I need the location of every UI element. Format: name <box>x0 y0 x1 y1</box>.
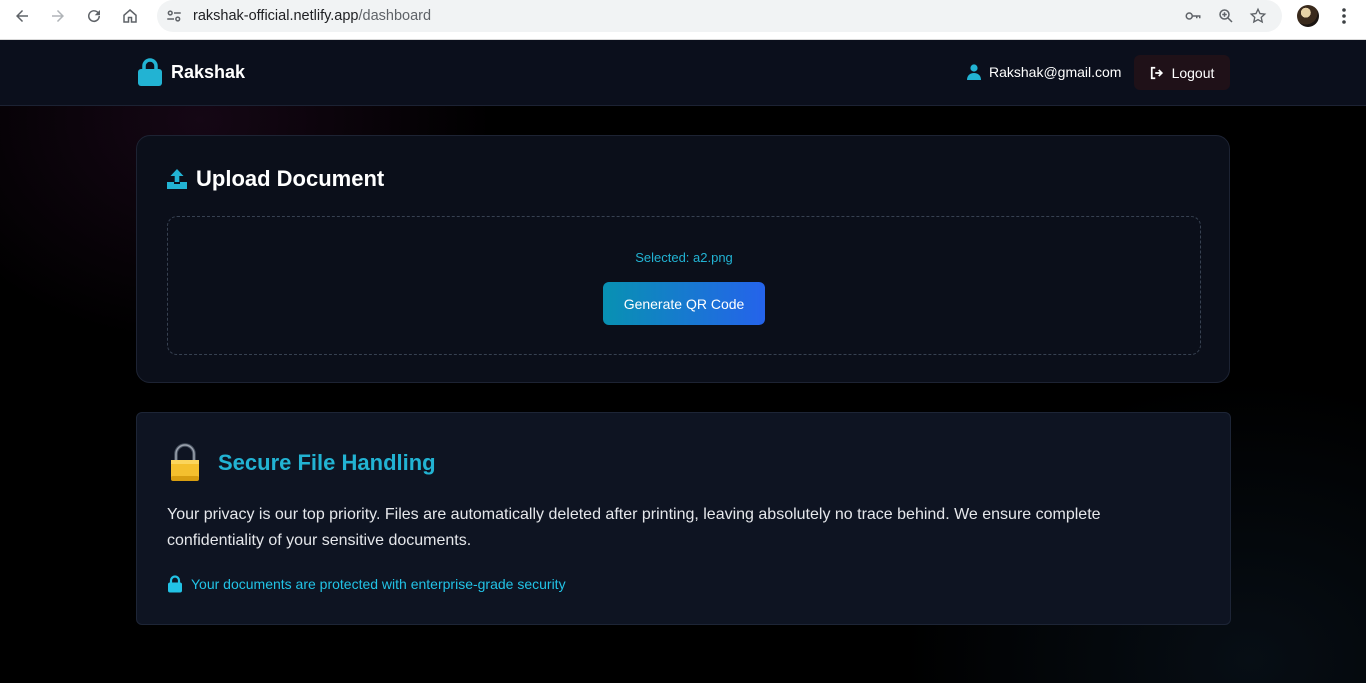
app-header: Rakshak Rakshak@gmail.com Logout <box>0 40 1366 106</box>
security-note-text: Your documents are protected with enterp… <box>191 576 566 592</box>
dashboard-page: Rakshak Rakshak@gmail.com Logout Upload … <box>0 40 1366 683</box>
file-dropzone[interactable]: Selected: a2.png Generate QR Code <box>167 216 1201 355</box>
home-icon[interactable] <box>118 4 142 28</box>
lock-icon <box>168 575 182 593</box>
user-email: Rakshak@gmail.com <box>989 64 1122 80</box>
sign-out-icon <box>1150 66 1163 79</box>
brand[interactable]: Rakshak <box>137 57 245 87</box>
secure-heading: Secure File Handling <box>167 443 436 483</box>
zoom-icon[interactable] <box>1217 7 1235 25</box>
kebab-menu-icon[interactable] <box>1336 6 1352 26</box>
secure-handling-card: Secure File Handling Your privacy is our… <box>136 412 1231 625</box>
upload-icon <box>167 169 187 189</box>
browser-toolbar: rakshak-official.netlify.app/dashboard <box>0 0 1366 40</box>
secure-description: Your privacy is our top priority. Files … <box>167 506 1101 549</box>
padlock-icon <box>171 443 199 481</box>
upload-title: Upload Document <box>196 166 385 191</box>
user-icon <box>967 64 981 80</box>
url-text[interactable]: rakshak-official.netlify.app/dashboard <box>193 8 431 24</box>
back-arrow-icon[interactable] <box>10 4 34 28</box>
logout-label: Logout <box>1171 64 1215 81</box>
url-path: /dashboard <box>358 8 432 24</box>
secure-title: Secure File Handling <box>218 450 436 475</box>
site-info-icon[interactable] <box>165 7 183 25</box>
key-icon[interactable] <box>1184 7 1202 25</box>
selected-file-text: Selected: a2.png <box>635 250 733 265</box>
generate-qr-button[interactable]: Generate QR Code <box>603 282 765 325</box>
forward-arrow-icon[interactable] <box>46 4 70 28</box>
upload-heading: Upload Document <box>166 166 384 192</box>
lock-logo-icon <box>138 58 162 86</box>
reload-icon[interactable] <box>82 4 106 28</box>
upload-card: Upload Document Selected: a2.png Generat… <box>136 135 1230 383</box>
logout-button[interactable]: Logout <box>1134 55 1230 90</box>
address-bar[interactable]: rakshak-official.netlify.app/dashboard <box>157 0 1282 32</box>
url-domain: rakshak-official.netlify.app <box>193 8 359 24</box>
brand-name: Rakshak <box>171 61 246 82</box>
star-icon[interactable] <box>1249 7 1267 25</box>
profile-avatar[interactable] <box>1297 5 1319 27</box>
user-info: Rakshak@gmail.com <box>967 64 1121 80</box>
security-note: Your documents are protected with enterp… <box>167 575 566 593</box>
